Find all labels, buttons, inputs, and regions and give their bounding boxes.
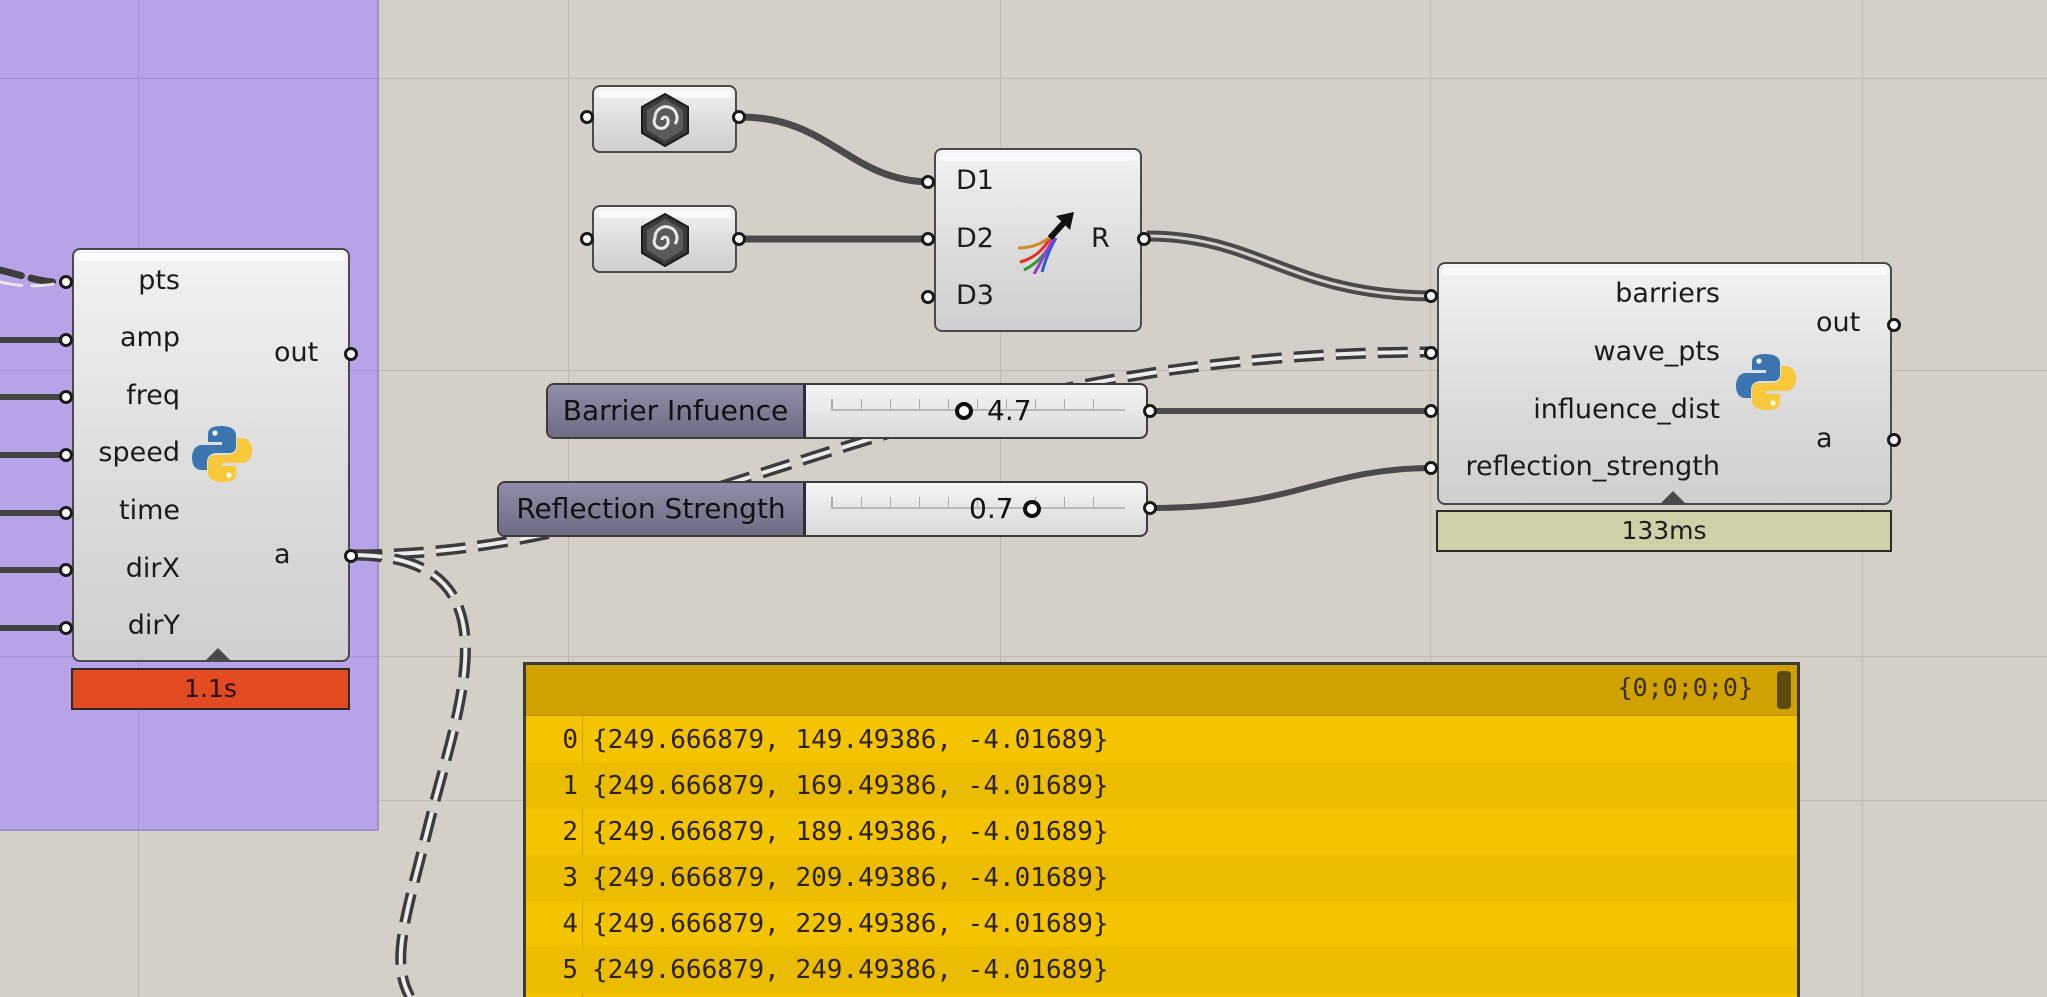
port-wave-pts[interactable]: [1424, 346, 1438, 360]
geometry-param-1-out[interactable]: [732, 110, 746, 124]
python-component-wave[interactable]: pts amp freq speed time dirX dirY out a: [72, 248, 350, 662]
slider-reflection-strength[interactable]: Reflection Strength 0.7: [497, 481, 1148, 537]
input-D1[interactable]: D1: [956, 166, 994, 196]
slider-value: 0.7: [969, 492, 1014, 525]
merge-arrows-icon: [1017, 212, 1074, 274]
panel-header: {0;0;0;0}: [526, 665, 1797, 716]
output-out[interactable]: out: [1816, 308, 1860, 338]
input-freq[interactable]: freq: [126, 381, 180, 411]
merge-port-R[interactable]: [1137, 232, 1151, 246]
port-time[interactable]: [59, 506, 73, 520]
slider-knob[interactable]: [955, 402, 973, 420]
slider-barrier-influence[interactable]: Barrier Infuence 4.7: [546, 383, 1148, 439]
port-out-right[interactable]: [1887, 318, 1901, 332]
merge-port-D2[interactable]: [921, 232, 935, 246]
grasshopper-canvas[interactable]: pts amp freq speed time dirX dirY out a …: [0, 0, 2047, 997]
data-panel[interactable]: {0;0;0;0} 0 {249.666879, 149.49386, -4.01…: [523, 662, 1800, 997]
geometry-param-2-in[interactable]: [580, 232, 594, 246]
input-barriers[interactable]: barriers: [1615, 279, 1720, 309]
geometry-param-2[interactable]: [592, 205, 737, 273]
list-item: 5 {249.666879, 249.49386, -4.01689}: [526, 947, 1797, 993]
slider-barrier-out[interactable]: [1143, 404, 1157, 418]
port-a-right[interactable]: [1887, 433, 1901, 447]
list-item: 2 {249.666879, 189.49386, -4.01689}: [562, 817, 1109, 847]
input-dirY[interactable]: dirY: [128, 611, 180, 641]
list-item: 4 {249.666879, 229.49386, -4.01689}: [562, 909, 1109, 939]
panel-scrollbar[interactable]: [1777, 671, 1791, 709]
input-reflection-strength[interactable]: reflection_strength: [1465, 452, 1720, 482]
port-out[interactable]: [344, 347, 358, 361]
output-a[interactable]: a: [1816, 424, 1833, 454]
merge-component[interactable]: D1 D2 D3 R: [934, 148, 1142, 332]
input-influence-dist[interactable]: influence_dist: [1533, 395, 1720, 425]
timer-badge-slow: 1.1s: [71, 668, 350, 710]
input-wave-pts[interactable]: wave_pts: [1593, 337, 1720, 367]
input-dirX[interactable]: dirX: [126, 554, 180, 584]
output-R[interactable]: R: [1091, 224, 1110, 254]
python-icon: [192, 426, 252, 482]
python-component-reflection[interactable]: barriers wave_pts influence_dist reflect…: [1437, 262, 1892, 505]
port-influence-dist[interactable]: [1424, 404, 1438, 418]
slider-value: 4.7: [987, 394, 1032, 427]
geometry-param-1-in[interactable]: [580, 110, 594, 124]
panel-path: {0;0;0;0}: [1617, 673, 1753, 702]
port-a[interactable]: [344, 549, 358, 563]
geometry-parameter-icon: [641, 92, 689, 148]
geometry-param-1[interactable]: [592, 85, 737, 153]
python-icon: [1736, 354, 1796, 410]
input-amp[interactable]: amp: [120, 323, 180, 353]
port-reflection-strength[interactable]: [1424, 461, 1438, 475]
slider-reflection-out[interactable]: [1143, 501, 1157, 515]
geometry-param-2-out[interactable]: [732, 232, 746, 246]
port-pts[interactable]: [59, 275, 73, 289]
slider-knob[interactable]: [1023, 500, 1041, 518]
input-D3[interactable]: D3: [956, 281, 994, 311]
timer-badge: 133ms: [1436, 510, 1892, 552]
input-speed[interactable]: speed: [98, 438, 180, 468]
geometry-parameter-icon: [641, 212, 689, 268]
merge-port-D3[interactable]: [921, 290, 935, 304]
list-item: 0 {249.666879, 149.49386, -4.01689}: [562, 725, 1109, 755]
slider-name: Barrier Infuence: [548, 385, 806, 437]
list-item: 3 {249.666879, 209.49386, -4.01689}: [526, 855, 1797, 901]
port-barriers[interactable]: [1424, 289, 1438, 303]
slider-name: Reflection Strength: [499, 483, 806, 535]
input-pts[interactable]: pts: [138, 266, 180, 296]
output-a[interactable]: a: [274, 540, 291, 570]
input-D2[interactable]: D2: [956, 224, 994, 254]
input-time[interactable]: time: [119, 496, 180, 526]
port-dirY[interactable]: [59, 621, 73, 635]
port-freq[interactable]: [59, 390, 73, 404]
port-dirX[interactable]: [59, 563, 73, 577]
merge-port-D1[interactable]: [921, 175, 935, 189]
output-out[interactable]: out: [274, 338, 318, 368]
port-speed[interactable]: [59, 448, 73, 462]
list-item: 1 {249.666879, 169.49386, -4.01689}: [526, 763, 1797, 809]
port-amp[interactable]: [59, 333, 73, 347]
